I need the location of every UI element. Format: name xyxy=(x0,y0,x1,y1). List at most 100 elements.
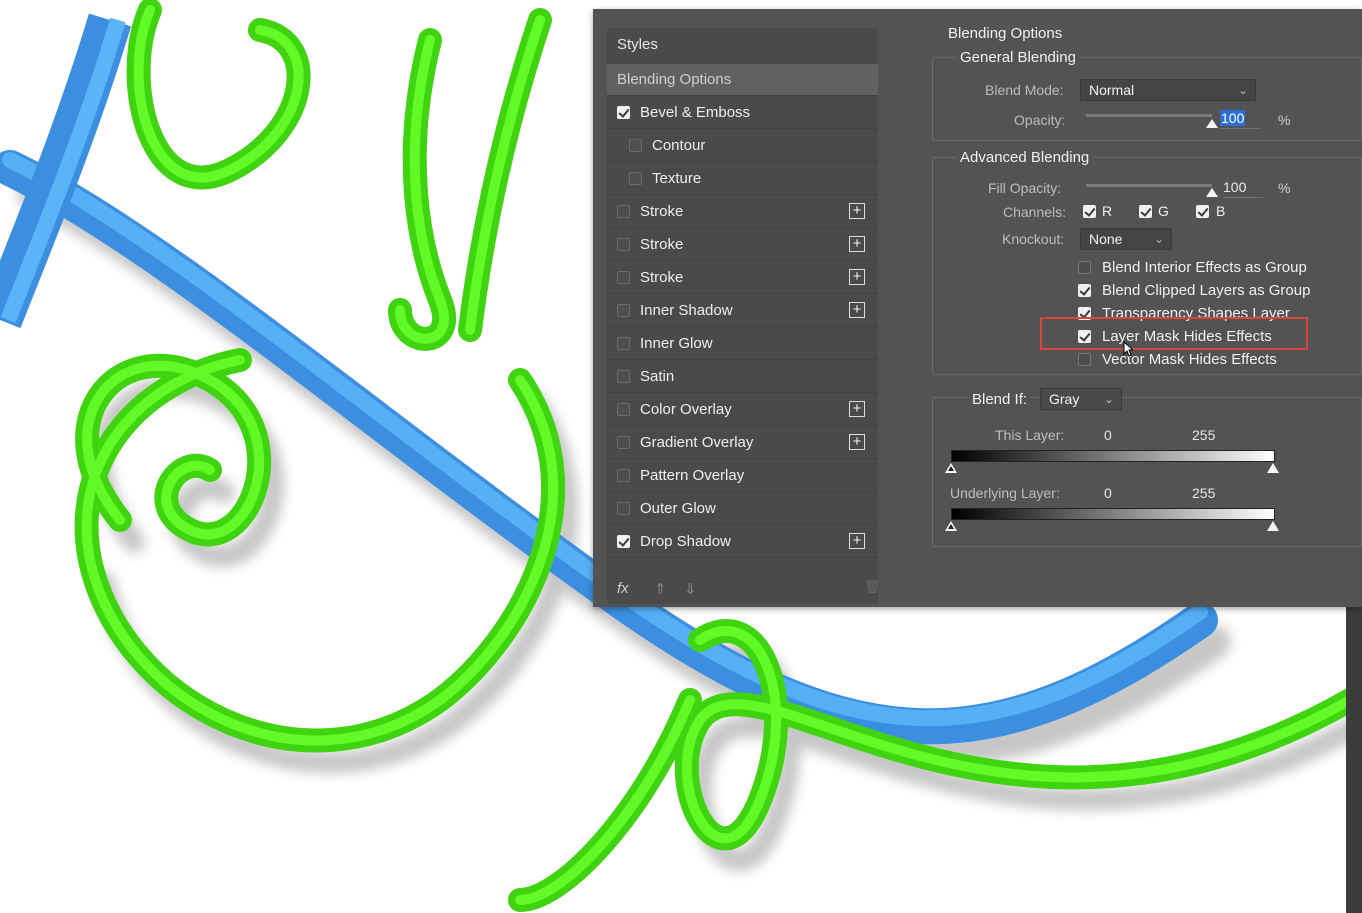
style-item-bevel-emboss[interactable]: Bevel & Emboss xyxy=(607,97,878,129)
style-item-label: Drop Shadow xyxy=(640,533,731,550)
style-item-color-overlay[interactable]: Color Overlay + xyxy=(607,394,878,426)
option-checkbox-blend-clipped-layers-as-group[interactable] xyxy=(1078,284,1091,297)
this-layer-max: 255 xyxy=(1192,427,1216,443)
blend-mode-dropdown[interactable]: Normal ⌄ xyxy=(1080,79,1256,101)
style-item-label: Inner Glow xyxy=(640,335,713,352)
opacity-input[interactable]: 100 xyxy=(1220,110,1260,129)
style-checkbox[interactable] xyxy=(617,403,630,416)
option-checkbox-blend-interior-effects-as-group[interactable] xyxy=(1078,261,1091,274)
style-item-stroke[interactable]: Stroke + xyxy=(607,262,878,294)
channel-g-checkbox[interactable] xyxy=(1139,205,1152,218)
style-checkbox[interactable] xyxy=(617,304,630,317)
style-item-blending-options[interactable]: Blending Options xyxy=(607,64,878,96)
style-checkbox[interactable] xyxy=(617,370,630,383)
highlight-annotation xyxy=(1040,317,1308,350)
style-item-label: Pattern Overlay xyxy=(640,467,745,484)
style-item-drop-shadow[interactable]: Drop Shadow + xyxy=(607,526,878,558)
style-item-inner-glow[interactable]: Inner Glow xyxy=(607,328,878,360)
channel-r-checkbox[interactable] xyxy=(1083,205,1096,218)
advanced-blending-title: Advanced Blending xyxy=(956,149,1094,166)
style-item-pattern-overlay[interactable]: Pattern Overlay xyxy=(607,460,878,492)
style-item-label: Stroke xyxy=(640,203,684,220)
channels-label: Channels: xyxy=(1003,204,1067,220)
style-item-label: Texture xyxy=(652,170,702,187)
style-checkbox[interactable] xyxy=(617,205,630,218)
underlying-layer-black-slider[interactable] xyxy=(945,521,957,531)
style-item-texture[interactable]: Texture xyxy=(607,163,878,195)
blend-if-label: Blend If: xyxy=(968,391,1032,408)
channel-r-label: R xyxy=(1102,203,1113,219)
option-checkbox-vector-mask-hides-effects[interactable] xyxy=(1078,353,1091,366)
option-label: Blend Clipped Layers as Group xyxy=(1102,282,1311,299)
chevron-down-icon: ⌄ xyxy=(1153,232,1164,246)
style-checkbox[interactable] xyxy=(617,238,630,251)
style-item-label: Bevel & Emboss xyxy=(640,104,751,121)
add-effect-plus-icon[interactable]: + xyxy=(849,434,865,450)
layer-style-dialog: Styles Blending Options Bevel & Emboss Con… xyxy=(593,9,1362,607)
blend-if-dropdown[interactable]: Gray ⌄ xyxy=(1040,388,1122,410)
opacity-slider[interactable] xyxy=(1086,114,1212,117)
underlying-layer-label: Underlying Layer: xyxy=(950,485,1060,501)
trash-icon[interactable]: 🗑 xyxy=(864,579,881,595)
style-item-satin[interactable]: Satin xyxy=(607,361,878,393)
styles-panel: Styles Blending Options Bevel & Emboss Con… xyxy=(607,28,881,604)
style-item-stroke[interactable]: Stroke + xyxy=(607,196,878,228)
blending-options-title: Blending Options xyxy=(948,25,1063,42)
this-layer-label: This Layer: xyxy=(995,427,1065,443)
add-effect-plus-icon[interactable]: + xyxy=(849,533,865,549)
channel-b-checkbox[interactable] xyxy=(1196,205,1209,218)
style-item-stroke[interactable]: Stroke + xyxy=(607,229,878,261)
fx-icon[interactable]: fx xyxy=(617,580,629,597)
add-effect-plus-icon[interactable]: + xyxy=(849,269,865,285)
style-item-label: Color Overlay xyxy=(640,401,732,418)
this-layer-white-slider[interactable] xyxy=(1267,463,1279,473)
opacity-label: Opacity: xyxy=(1014,112,1066,128)
add-effect-plus-icon[interactable]: + xyxy=(849,401,865,417)
canvas-edge-strip xyxy=(1346,600,1362,913)
style-checkbox[interactable] xyxy=(617,535,630,548)
this-layer-black-slider[interactable] xyxy=(945,463,957,473)
this-layer-min: 0 xyxy=(1104,427,1112,443)
style-checkbox[interactable] xyxy=(629,172,642,185)
opacity-slider-thumb[interactable] xyxy=(1206,119,1218,128)
fill-opacity-input[interactable]: 100 xyxy=(1223,179,1263,198)
underlying-layer-min: 0 xyxy=(1104,485,1112,501)
style-item-label: Blending Options xyxy=(617,71,732,88)
channel-b-label: B xyxy=(1216,203,1226,219)
add-effect-plus-icon[interactable]: + xyxy=(849,203,865,219)
blend-mode-label: Blend Mode: xyxy=(985,82,1064,98)
knockout-label: Knockout: xyxy=(1002,231,1065,247)
style-item-gradient-overlay[interactable]: Gradient Overlay + xyxy=(607,427,878,459)
style-item-outer-glow[interactable]: Outer Glow xyxy=(607,493,878,525)
style-item-label: Contour xyxy=(652,137,706,154)
style-item-inner-shadow[interactable]: Inner Shadow + xyxy=(607,295,878,327)
style-checkbox[interactable] xyxy=(617,271,630,284)
fill-opacity-slider-thumb[interactable] xyxy=(1206,188,1218,197)
style-item-label: Satin xyxy=(640,368,675,385)
styles-footer: fx ⇑ ⇓ 🗑 xyxy=(607,576,881,604)
style-checkbox[interactable] xyxy=(629,139,642,152)
style-checkbox[interactable] xyxy=(617,106,630,119)
chevron-down-icon: ⌄ xyxy=(1237,83,1248,97)
option-label: Blend Interior Effects as Group xyxy=(1102,259,1307,276)
blend-mode-value: Normal xyxy=(1089,82,1135,98)
general-blending-title: General Blending xyxy=(956,49,1080,66)
add-effect-plus-icon[interactable]: + xyxy=(849,236,865,252)
move-up-icon[interactable]: ⇑ xyxy=(654,580,667,598)
style-item-label: Stroke xyxy=(640,236,684,253)
blending-options-panel: Blending Options General Blending Blend … xyxy=(918,9,1362,607)
underlying-layer-white-slider[interactable] xyxy=(1267,521,1279,531)
style-item-label: Outer Glow xyxy=(640,500,716,517)
add-effect-plus-icon[interactable]: + xyxy=(849,302,865,318)
style-item-contour[interactable]: Contour xyxy=(607,130,878,162)
style-checkbox[interactable] xyxy=(617,502,630,515)
fill-opacity-slider[interactable] xyxy=(1086,184,1212,187)
style-checkbox[interactable] xyxy=(617,469,630,482)
knockout-value: None xyxy=(1089,231,1123,247)
blend-if-group xyxy=(932,397,1362,547)
style-checkbox[interactable] xyxy=(617,337,630,350)
knockout-dropdown[interactable]: None ⌄ xyxy=(1080,228,1172,250)
style-checkbox[interactable] xyxy=(617,436,630,449)
style-item-label: Gradient Overlay xyxy=(640,434,754,451)
move-down-icon[interactable]: ⇓ xyxy=(684,580,697,598)
